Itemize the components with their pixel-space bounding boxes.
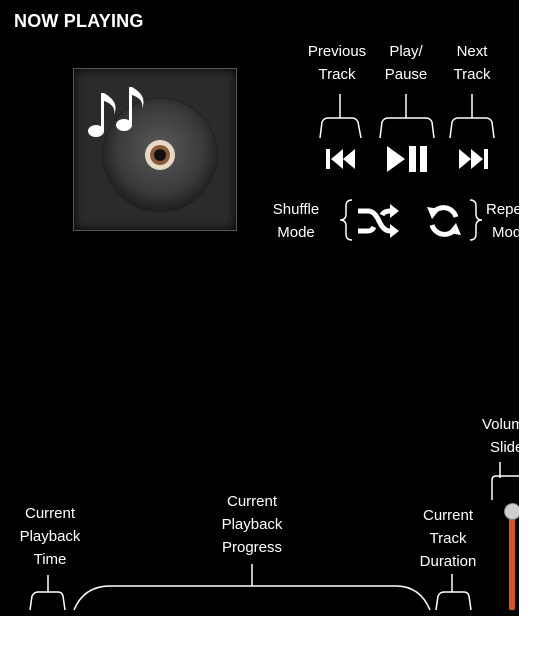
play-pause-button[interactable] — [385, 143, 431, 175]
shuffle-icon — [358, 204, 399, 238]
volume-slider-thumb[interactable] — [504, 503, 519, 520]
repeat-button[interactable] — [426, 203, 462, 239]
previous-track-button[interactable] — [324, 145, 358, 173]
now-playing-panel: NOW PLAYING Previous Track Play/ Pause N… — [0, 0, 519, 616]
play-pause-icon — [387, 146, 427, 172]
annotation-connectors — [29, 94, 519, 611]
shuffle-button[interactable] — [356, 203, 400, 239]
volume-slider-track[interactable] — [509, 512, 515, 610]
next-track-button[interactable] — [456, 145, 490, 173]
skip-previous-icon — [326, 149, 355, 169]
repeat-icon — [427, 205, 461, 237]
skip-next-icon — [459, 149, 488, 169]
